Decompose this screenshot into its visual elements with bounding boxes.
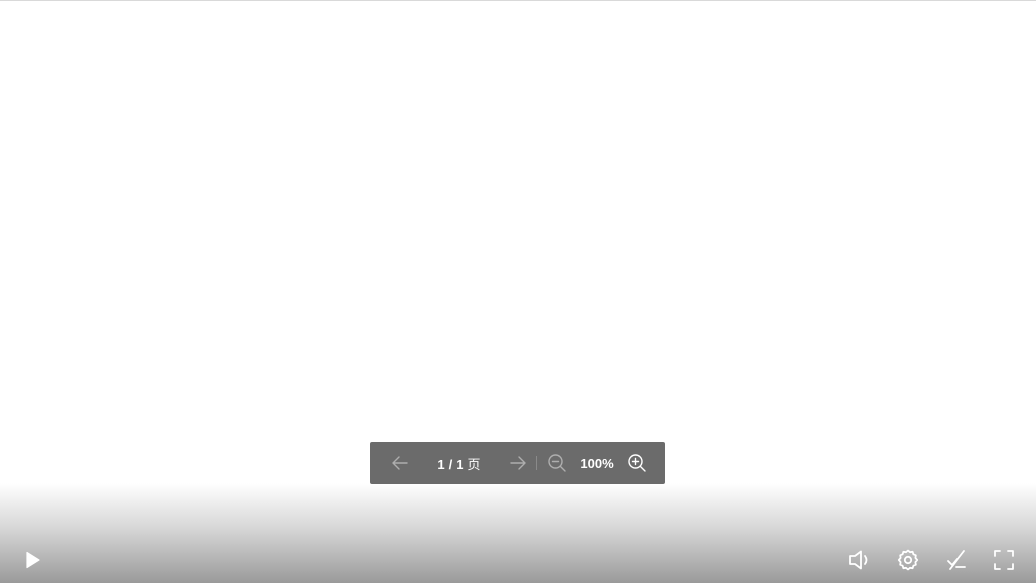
toolbar-divider (536, 456, 537, 470)
document-toolbar: 1 / 1 页 100% (370, 442, 665, 484)
annotation-toggle-button[interactable] (941, 545, 971, 575)
page-indicator: 1 / 1 页 (414, 454, 504, 473)
zoom-in-icon (628, 454, 646, 472)
zoom-out-icon (548, 454, 566, 472)
zoom-out-button[interactable] (543, 449, 571, 477)
page-separator: / (444, 456, 457, 472)
zoom-in-button[interactable] (623, 449, 651, 477)
next-page-button[interactable] (504, 449, 532, 477)
play-button[interactable] (17, 545, 47, 575)
fullscreen-icon (994, 550, 1014, 570)
controls-gradient (0, 483, 1036, 583)
arrow-left-icon (392, 456, 408, 470)
arrow-right-icon (510, 456, 526, 470)
fullscreen-button[interactable] (989, 545, 1019, 575)
viewer-stage: 1 / 1 页 100% (0, 0, 1036, 583)
play-icon (26, 551, 40, 569)
page-total: 1 (456, 456, 464, 472)
prev-page-button[interactable] (386, 449, 414, 477)
page-unit: 页 (463, 456, 481, 472)
gear-icon (897, 549, 919, 571)
annotation-off-icon (947, 550, 966, 570)
page-current: 1 (437, 456, 445, 472)
volume-button[interactable] (845, 545, 875, 575)
settings-button[interactable] (893, 545, 923, 575)
volume-icon (849, 550, 868, 570)
zoom-level: 100% (580, 455, 614, 471)
